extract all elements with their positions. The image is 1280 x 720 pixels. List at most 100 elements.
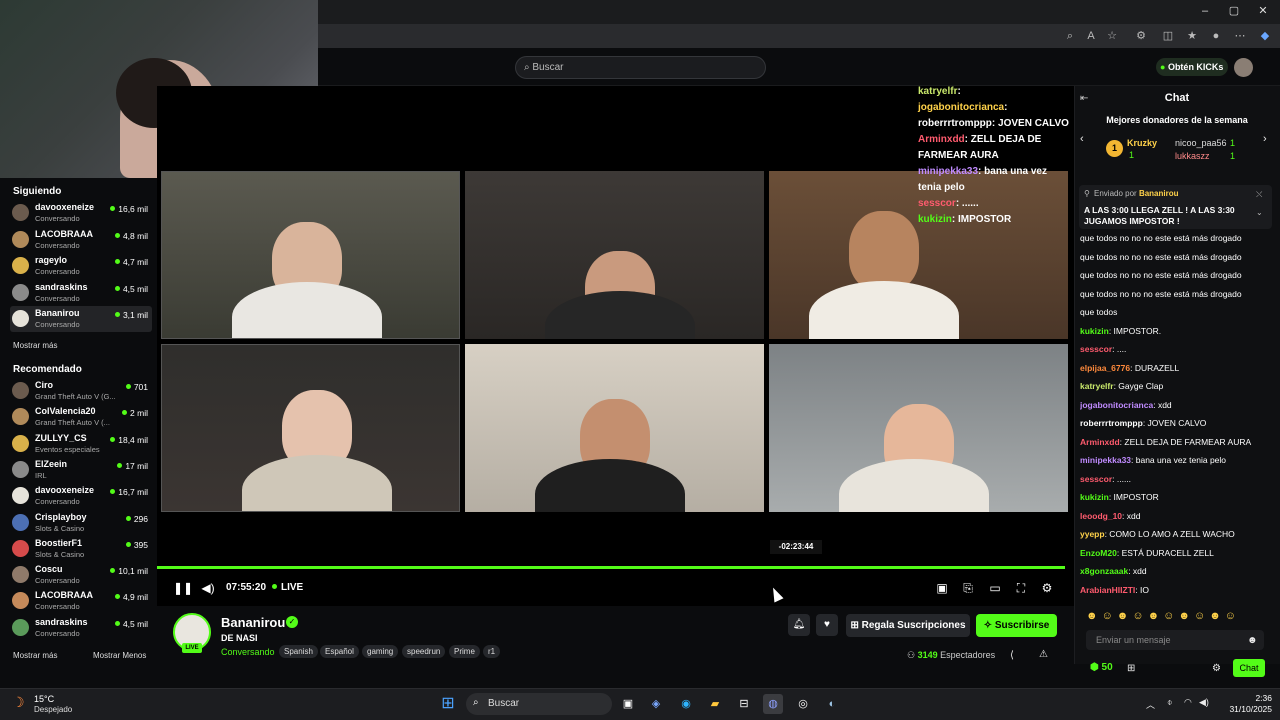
- maximize-icon[interactable]: ▢: [1227, 4, 1241, 18]
- taskbar-search[interactable]: Buscar: [466, 693, 612, 715]
- chat-username[interactable]: jogabonitocrianca: [1080, 400, 1153, 410]
- copilot-icon[interactable]: ◈: [646, 694, 666, 714]
- donor-name[interactable]: nicoo_paa56: [1175, 138, 1227, 148]
- progress-bar[interactable]: [157, 566, 1065, 569]
- copilot-icon[interactable]: ◆: [1257, 28, 1273, 44]
- chat-username[interactable]: Arminxdd: [1080, 437, 1120, 447]
- chat-username[interactable]: leoodg_10: [1080, 511, 1122, 521]
- more-icon[interactable]: ⋯: [1232, 28, 1248, 44]
- show-more-recommended[interactable]: Mostrar más: [13, 651, 57, 660]
- search-input[interactable]: ⌕ Buscar: [515, 56, 766, 79]
- donors-next-icon[interactable]: ›: [1263, 133, 1267, 145]
- task-view-icon[interactable]: ▣: [618, 694, 638, 714]
- notification-bell-icon[interactable]: 🔔︎: [788, 614, 810, 636]
- stream-category[interactable]: Conversando: [221, 647, 275, 657]
- user-avatar[interactable]: [1234, 58, 1253, 77]
- clip-icon[interactable]: ⎘: [960, 580, 976, 596]
- channel-points[interactable]: ⬢ 50: [1090, 662, 1113, 673]
- extensions-icon[interactable]: ⚙: [1133, 28, 1149, 44]
- chat-username[interactable]: yyepp: [1080, 529, 1105, 539]
- get-kicks-button[interactable]: ● Obtén KICKs: [1156, 58, 1228, 76]
- chrome-icon[interactable]: ◎: [793, 694, 813, 714]
- show-less-recommended[interactable]: Mostrar Menos: [93, 651, 146, 660]
- tag[interactable]: Prime: [449, 645, 480, 658]
- chat-settings-icon[interactable]: ⚙: [1212, 663, 1221, 674]
- report-icon[interactable]: ⚠: [1039, 649, 1048, 660]
- sidebar-item-coscu[interactable]: Coscu Conversando 10,1 mil: [10, 562, 152, 588]
- share-icon[interactable]: ⟨: [1010, 650, 1014, 661]
- steam-icon[interactable]: ◐: [822, 694, 842, 714]
- sidebar-item-colvalencia20[interactable]: ColValencia20 Grand Theft Auto V (... 2 mi…: [10, 404, 152, 430]
- close-icon[interactable]: ✕: [1256, 4, 1270, 18]
- chat-username[interactable]: minipekka33: [1080, 455, 1131, 465]
- tag[interactable]: Español: [320, 645, 359, 658]
- sidebar-item-ciro[interactable]: Ciro Grand Theft Auto V (G... 701: [10, 378, 152, 404]
- live-indicator[interactable]: LIVE: [272, 582, 303, 593]
- speaker-icon[interactable]: ◀): [1199, 697, 1209, 708]
- pip-icon[interactable]: ▣: [934, 580, 950, 596]
- sidebar-item-rageylo[interactable]: rageylo Conversando 4,7 mil: [10, 253, 152, 279]
- sidebar-item-bananirou[interactable]: Bananirou Conversando 3,1 mil: [10, 306, 152, 332]
- sidebar-item-sandraskins[interactable]: sandraskins Conversando 4,5 mil: [10, 615, 152, 641]
- tag[interactable]: Spanish: [279, 645, 318, 658]
- follow-heart-icon[interactable]: ♥: [816, 614, 838, 636]
- chat-username[interactable]: ArabianHIIZTI: [1080, 585, 1135, 595]
- emote-bar[interactable]: ☻☺☻☺☻☺☻☺☻☺: [1086, 610, 1266, 626]
- sidebar-item-crisplayboy[interactable]: Crisplayboy Slots & Casino 296: [10, 510, 152, 536]
- sidebar-item-davooxeneize[interactable]: davooxeneize Conversando 16,6 mil: [10, 200, 152, 226]
- store-icon[interactable]: ⊟: [734, 694, 754, 714]
- file-explorer-icon[interactable]: ▰: [705, 694, 725, 714]
- chat-username[interactable]: x8gonzaaak: [1080, 566, 1128, 576]
- chat-username[interactable]: EnzoM20: [1080, 548, 1117, 558]
- subscribe-button[interactable]: ✧ Suscribirse: [976, 614, 1057, 637]
- sidebar-item-elzeein[interactable]: ElZeein IRL 17 mil: [10, 457, 152, 483]
- chat-username[interactable]: kukizin: [1080, 326, 1109, 336]
- pause-icon[interactable]: ❚❚: [173, 580, 193, 596]
- edge-browser-icon[interactable]: ◉: [676, 694, 696, 714]
- sidebar-item-boostierf1[interactable]: BoostierF1 Slots & Casino 395: [10, 536, 152, 562]
- tag[interactable]: gaming: [362, 645, 399, 658]
- chat-username[interactable]: elpijaa_6776: [1080, 363, 1130, 373]
- emoji-icon[interactable]: ☻: [1247, 635, 1258, 646]
- discord-icon[interactable]: ◍: [763, 694, 783, 714]
- favorites-icon[interactable]: ★: [1184, 28, 1200, 44]
- settings-gear-icon[interactable]: ⚙: [1039, 580, 1055, 596]
- donors-prev-icon[interactable]: ‹: [1080, 133, 1084, 145]
- read-aloud-icon[interactable]: A: [1083, 28, 1099, 44]
- sidebar-item-sandraskins[interactable]: sandraskins Conversando 4,5 mil: [10, 280, 152, 306]
- chat-username[interactable]: roberrrtromppp: [1080, 418, 1143, 428]
- profile-icon[interactable]: ●: [1208, 28, 1224, 44]
- gift-icon[interactable]: ⊞: [1127, 663, 1135, 674]
- tag[interactable]: r1: [483, 645, 501, 658]
- expand-chevron-icon[interactable]: ⌄: [1256, 208, 1263, 217]
- unpin-icon[interactable]: ⤬: [1256, 190, 1262, 200]
- donor-name[interactable]: lukkaszz: [1175, 151, 1210, 161]
- tag[interactable]: speedrun: [402, 645, 446, 658]
- chat-username[interactable]: kukizin: [1080, 492, 1109, 502]
- minimize-icon[interactable]: –: [1198, 4, 1212, 18]
- theater-mode-icon[interactable]: ▭: [987, 580, 1003, 596]
- show-more-following[interactable]: Mostrar más: [13, 341, 57, 350]
- split-screen-icon[interactable]: ◫: [1160, 28, 1176, 44]
- tray-chevron-icon[interactable]: ︿: [1146, 698, 1155, 711]
- channel-name[interactable]: Bananirou: [221, 615, 285, 630]
- system-clock[interactable]: 2:36 31/10/2025: [1222, 693, 1272, 715]
- fullscreen-icon[interactable]: ⛶: [1013, 580, 1029, 596]
- favorite-star-icon[interactable]: ☆: [1104, 28, 1120, 44]
- microphone-icon[interactable]: ⌽: [1167, 697, 1172, 708]
- donor-name[interactable]: Kruzky: [1127, 138, 1157, 148]
- chat-username[interactable]: sesscor: [1080, 474, 1112, 484]
- zoom-icon[interactable]: ⌕: [1062, 28, 1078, 44]
- sidebar-item-davooxeneize[interactable]: davooxeneize Conversando 16,7 mil: [10, 483, 152, 509]
- chat-username[interactable]: sesscor: [1080, 344, 1112, 354]
- start-windows-icon[interactable]: ⊞: [438, 694, 458, 714]
- send-chat-button[interactable]: Chat: [1233, 659, 1265, 677]
- sidebar-item-lacobraaa[interactable]: LACOBRAAA Conversando 4,9 mil: [10, 588, 152, 614]
- sidebar-item-zullyy_cs[interactable]: ZULLYY_CS Eventos especiales 18,4 mil: [10, 431, 152, 457]
- sidebar-item-lacobraaa[interactable]: LACOBRAAA Conversando 4,8 mil: [10, 227, 152, 253]
- gift-subscriptions-button[interactable]: ⊞ Regala Suscripciones: [846, 614, 970, 637]
- chat-message-input[interactable]: Enviar un mensaje: [1086, 630, 1264, 650]
- chat-username[interactable]: katryelfr: [1080, 381, 1114, 391]
- volume-icon[interactable]: ◀): [200, 580, 216, 596]
- wifi-icon[interactable]: ◠: [1184, 697, 1192, 708]
